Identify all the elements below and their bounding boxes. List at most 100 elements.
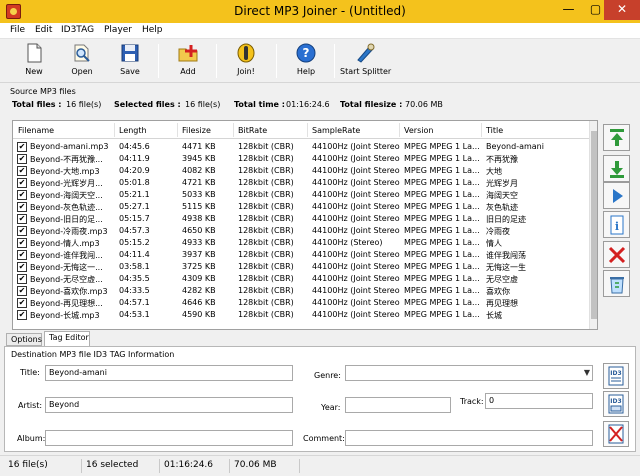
start-splitter-button[interactable]: Start Splitter xyxy=(340,41,391,81)
table-row[interactable]: ✔ Beyond-无尽空虚... 04:35.5 4309 KB 128kbit (CB… xyxy=(13,273,589,285)
column-filesize[interactable]: Filesize xyxy=(182,126,211,135)
join-label: Join! xyxy=(237,67,255,76)
cell-bitrate: 128kbit (CBR) xyxy=(238,166,294,175)
table-row[interactable]: ✔ Beyond-长城.mp3 04:53.1 4590 KB 128kbit (CBR… xyxy=(13,309,589,321)
tab-tag-editor[interactable]: Tag Editor xyxy=(44,331,90,347)
close-button[interactable]: ✕ xyxy=(604,0,640,20)
new-file-icon xyxy=(27,43,42,63)
table-row[interactable]: ✔ Beyond-喜欢你.mp3 04:33.5 4282 KB 128kbit (CB… xyxy=(13,285,589,297)
year-label: Year: xyxy=(321,403,341,412)
cell-filesize: 4938 KB xyxy=(182,214,216,223)
column-title[interactable]: Title xyxy=(486,126,503,135)
window-title: Direct MP3 Joiner - (Untitled) xyxy=(234,4,406,18)
table-row[interactable]: ✔ Beyond-旧日的足... 05:15.7 4938 KB 128kbit (CB… xyxy=(13,213,589,225)
move-top-button[interactable] xyxy=(603,124,630,151)
file-list-scrollbar[interactable] xyxy=(589,121,597,329)
load-tag-button[interactable]: ID3 xyxy=(603,363,629,389)
scrollbar-thumb[interactable] xyxy=(591,131,597,319)
title-input[interactable]: Beyond-amani xyxy=(45,365,293,381)
floppy-disk-icon xyxy=(121,44,139,62)
table-row[interactable]: ✔ Beyond-大地.mp3 04:20.9 4082 KB 128kbit (CBR… xyxy=(13,165,589,177)
cell-filesize: 4721 KB xyxy=(182,178,216,187)
copy-tag-button[interactable]: ID3 xyxy=(603,391,629,417)
cell-filename: Beyond-灰色轨迹... xyxy=(30,203,103,212)
svg-text:?: ? xyxy=(303,46,310,60)
row-checkbox[interactable]: ✔ xyxy=(17,214,27,224)
cell-version: MPEG MPEG 1 La... xyxy=(404,298,480,307)
cell-filename: Beyond-大地.mp3 xyxy=(30,167,100,176)
file-info-button[interactable]: i xyxy=(603,211,630,238)
table-row[interactable]: ✔ Beyond-amani.mp3 04:45.6 4471 KB 128kbit (… xyxy=(13,141,589,153)
table-row[interactable]: ✔ Beyond-不再犹豫... 04:11.9 3945 KB 128kbit (CB… xyxy=(13,153,589,165)
cell-length: 05:15.7 xyxy=(119,214,150,223)
save-button[interactable]: Save xyxy=(112,41,148,81)
menu-file[interactable]: File xyxy=(10,25,25,35)
cell-samplerate: 44100Hz (Joint Stereo) xyxy=(312,154,400,163)
track-input[interactable]: 0 xyxy=(485,393,593,409)
column-version[interactable]: Version xyxy=(404,126,433,135)
tab-options[interactable]: Options xyxy=(6,333,42,346)
row-checkbox[interactable]: ✔ xyxy=(17,154,27,164)
table-row[interactable]: ✔ Beyond-冷雨夜.mp3 04:57.3 4650 KB 128kbit (CB… xyxy=(13,225,589,237)
join-button[interactable]: Join! xyxy=(228,41,264,81)
clear-tag-button[interactable] xyxy=(603,421,629,447)
remove-button[interactable] xyxy=(603,241,630,268)
column-bitrate[interactable]: BitRate xyxy=(238,126,267,135)
row-checkbox[interactable]: ✔ xyxy=(17,238,27,248)
album-input[interactable] xyxy=(45,430,293,446)
row-checkbox[interactable]: ✔ xyxy=(17,226,27,236)
genre-select[interactable]: ▼ xyxy=(345,365,593,381)
table-row[interactable]: ✔ Beyond-无悔这一... 03:58.1 3725 KB 128kbit (CB… xyxy=(13,261,589,273)
row-checkbox[interactable]: ✔ xyxy=(17,298,27,308)
menu-id3tag[interactable]: ID3TAG xyxy=(61,25,94,35)
table-row[interactable]: ✔ Beyond-海阔天空... 05:21.1 5033 KB 128kbit (CB… xyxy=(13,189,589,201)
table-row[interactable]: ✔ Beyond-再见理想... 04:57.1 4646 KB 128kbit (CB… xyxy=(13,297,589,309)
open-button[interactable]: Open xyxy=(64,41,100,81)
cell-samplerate: 44100Hz (Joint Stereo) xyxy=(312,178,400,187)
cell-bitrate: 128kbit (CBR) xyxy=(238,238,294,247)
row-checkbox[interactable]: ✔ xyxy=(17,286,27,296)
total-filesize-value: 70.06 MB xyxy=(405,100,443,109)
row-checkbox[interactable]: ✔ xyxy=(17,142,27,152)
cell-version: MPEG MPEG 1 La... xyxy=(404,154,480,163)
cell-length: 04:33.5 xyxy=(119,286,150,295)
help-button[interactable]: ? Help xyxy=(288,41,324,81)
comment-input[interactable] xyxy=(345,430,593,446)
cell-filesize: 4309 KB xyxy=(182,274,216,283)
svg-text:ID3: ID3 xyxy=(610,370,621,377)
minimize-button[interactable]: — xyxy=(555,0,582,20)
play-button[interactable] xyxy=(603,182,630,209)
row-checkbox[interactable]: ✔ xyxy=(17,166,27,176)
move-bottom-button[interactable] xyxy=(603,155,630,182)
row-checkbox[interactable]: ✔ xyxy=(17,274,27,284)
menu-player[interactable]: Player xyxy=(104,25,132,35)
new-label: New xyxy=(25,67,43,76)
column-divider xyxy=(233,123,234,137)
row-checkbox[interactable]: ✔ xyxy=(17,250,27,260)
row-checkbox[interactable]: ✔ xyxy=(17,190,27,200)
menu-edit[interactable]: Edit xyxy=(35,25,52,35)
file-list[interactable]: Filename Length Filesize BitRate SampleR… xyxy=(12,120,598,330)
row-checkbox[interactable]: ✔ xyxy=(17,262,27,272)
artist-input[interactable]: Beyond xyxy=(45,397,293,413)
add-button[interactable]: Add xyxy=(170,41,206,81)
year-input[interactable] xyxy=(345,397,451,413)
column-length[interactable]: Length xyxy=(119,126,147,135)
menu-help[interactable]: Help xyxy=(142,25,163,35)
row-checkbox[interactable]: ✔ xyxy=(17,202,27,212)
cell-filename: Beyond-喜欢你.mp3 xyxy=(30,287,108,296)
column-filename[interactable]: Filename xyxy=(18,126,54,135)
chevron-down-icon[interactable]: ▼ xyxy=(584,368,590,377)
clear-list-button[interactable] xyxy=(603,270,630,297)
table-row[interactable]: ✔ Beyond-情人.mp3 05:15.2 4933 KB 128kbit (CBR… xyxy=(13,237,589,249)
table-row[interactable]: ✔ Beyond-谁伴我闯... 04:11.4 3937 KB 128kbit (CB… xyxy=(13,249,589,261)
new-button[interactable]: New xyxy=(16,41,52,81)
row-checkbox[interactable]: ✔ xyxy=(17,310,27,320)
cell-version: MPEG MPEG 1 La... xyxy=(404,262,480,271)
table-row[interactable]: ✔ Beyond-灰色轨迹... 05:27.1 5115 KB 128kbit (CB… xyxy=(13,201,589,213)
status-bar: 16 file(s) 16 selected 01:16:24.6 70.06 … xyxy=(0,455,640,476)
splitter-icon xyxy=(357,43,375,63)
table-row[interactable]: ✔ Beyond-光辉岁月... 05:01.8 4721 KB 128kbit (CB… xyxy=(13,177,589,189)
row-checkbox[interactable]: ✔ xyxy=(17,178,27,188)
column-samplerate[interactable]: SampleRate xyxy=(312,126,360,135)
